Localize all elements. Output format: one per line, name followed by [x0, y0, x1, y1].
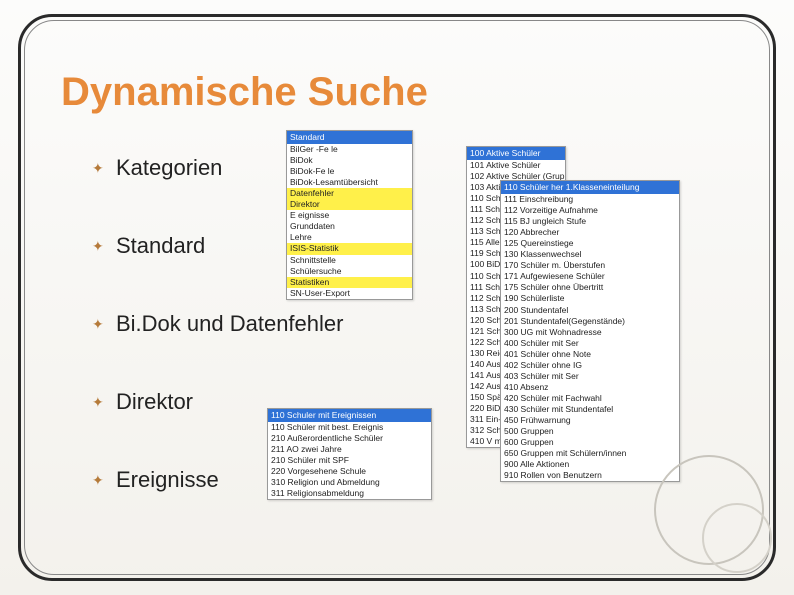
list-item: 220 Vorgesehene Schule [268, 466, 431, 477]
list-item: 900 Alle Aktionen [501, 459, 679, 470]
bullet-arrow-icon: ✦ [92, 317, 106, 331]
list-item: Statistiken [287, 277, 412, 288]
list-item: 600 Gruppen [501, 437, 679, 448]
list-item: 210 Schüler mit SPF [268, 455, 431, 466]
list-item: BiDok-Fe le [287, 166, 412, 177]
list-item: Direktor [287, 199, 412, 210]
bullet-arrow-icon: ✦ [92, 473, 106, 487]
list-item: SN-User-Export [287, 288, 412, 299]
list-item: 130 Klassenwechsel [501, 249, 679, 260]
list-item: E eignisse [287, 210, 412, 221]
list-item: 112 Vorzeitige Aufnahme [501, 205, 679, 216]
list-item: BiDok-Lesamtübersicht [287, 177, 412, 188]
list-item: Schülersuche [287, 266, 412, 277]
list-item: Lehre [287, 232, 412, 243]
list-item: 403 Schüler mit Ser [501, 371, 679, 382]
bullet-label: Kategorien [116, 155, 222, 181]
list-item: 400 Schüler mit Ser [501, 338, 679, 349]
list-item: 190 Schülerliste [501, 293, 679, 304]
list-item: 420 Schüler mit Fachwahl [501, 393, 679, 404]
list-item: BiDok [287, 155, 412, 166]
bullet-label: Ereignisse [116, 467, 219, 493]
list-item: 171 Aufgewiesene Schüler [501, 271, 679, 282]
list-item: Grunddaten [287, 221, 412, 232]
panel-header: Standard [287, 131, 412, 144]
bullet-arrow-icon: ✦ [92, 239, 106, 253]
panel-header: 110 Schuler mit Ereignissen [268, 409, 431, 422]
list-panel-class: 110 Schüler her 1.Klasseneinteilung 111 … [500, 180, 680, 482]
bullet-label: Direktor [116, 389, 193, 415]
list-item: 101 Aktive Schüler [467, 160, 565, 171]
list-item: 430 Schüler mit Stundentafel [501, 404, 679, 415]
list-item: 200 Stundentafel [501, 305, 679, 316]
list-item: Datenfehler [287, 188, 412, 199]
bullet-arrow-icon: ✦ [92, 161, 106, 175]
panel-header: 110 Schüler her 1.Klasseneinteilung [501, 181, 679, 194]
list-item: 125 Quereinstiege [501, 238, 679, 249]
list-item: 201 Stundentafel(Gegenstände) [501, 316, 679, 327]
list-item: 175 Schüler ohne Übertritt [501, 282, 679, 293]
list-item: 450 Frühwarnung [501, 415, 679, 426]
list-item: 401 Schüler ohne Note [501, 349, 679, 360]
list-item: 410 Absenz [501, 382, 679, 393]
list-item: 910 Rollen von Benutzern [501, 470, 679, 481]
list-item: 311 Religionsabmeldung [268, 488, 431, 499]
list-item: 211 AO zwei Jahre [268, 444, 431, 455]
bullet-label: Standard [116, 233, 205, 259]
list-item: 500 Gruppen [501, 426, 679, 437]
list-item: 300 UG mit Wohnadresse [501, 327, 679, 338]
list-item: BilGer -Fe le [287, 144, 412, 155]
page-title: Dynamische Suche [61, 70, 428, 115]
list-item: 110 Schüler mit best. Ereignis [268, 422, 431, 433]
bullet-label: Bi.Dok und Datenfehler [116, 311, 343, 337]
list-item: 210 Außerordentliche Schüler [268, 433, 431, 444]
list-item: 111 Einschreibung [501, 194, 679, 205]
list-item: 170 Schüler m. Überstufen [501, 260, 679, 271]
list-item: ISIS-Statistik [287, 243, 412, 254]
list-item: 120 Abbrecher [501, 227, 679, 238]
list-panel-events: 110 Schuler mit Ereignissen 110 Schüler … [267, 408, 432, 500]
list-panel-standard: Standard BilGer -Fe leBiDokBiDok-Fe leBi… [286, 130, 413, 300]
list-item: 402 Schüler ohne IG [501, 360, 679, 371]
list-item: Schnittstelle [287, 255, 412, 266]
list-item: 310 Religion und Abmeldung [268, 477, 431, 488]
bullet-item: ✦ Bi.Dok und Datenfehler [92, 311, 343, 337]
panel-header: 100 Aktive Schüler [467, 147, 565, 160]
bullet-arrow-icon: ✦ [92, 395, 106, 409]
list-item: 115 BJ ungleich Stufe [501, 216, 679, 227]
list-item: 650 Gruppen mit Schülern/innen [501, 448, 679, 459]
